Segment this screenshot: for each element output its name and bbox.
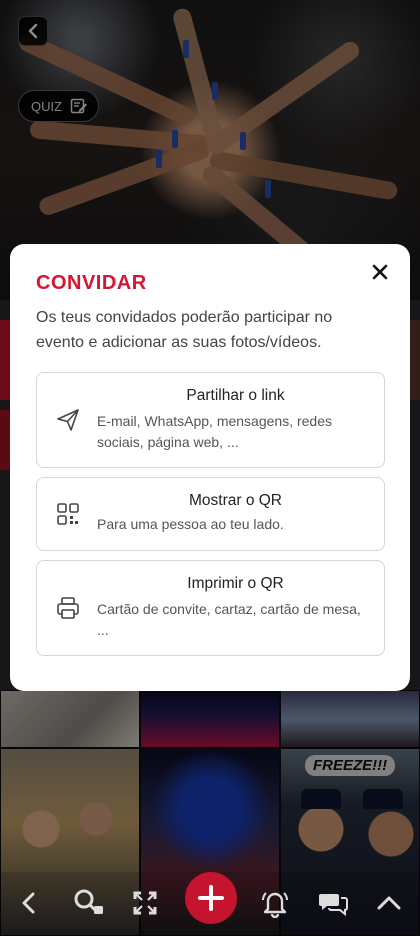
expand-icon: [133, 891, 157, 915]
chevron-up-icon: [377, 896, 401, 910]
qr-code-icon: [57, 503, 79, 525]
option-title: Partilhar o link: [186, 387, 285, 404]
invite-dialog: CONVIDAR Os teus convidados poderão part…: [10, 244, 410, 691]
notifications-button[interactable]: [258, 886, 292, 920]
close-button[interactable]: [368, 260, 392, 284]
printer-icon: [57, 597, 79, 619]
plus-icon: [198, 885, 224, 911]
print-qr-option[interactable]: Imprimir o QR Cartão de convite, cartaz,…: [36, 560, 385, 656]
previous-button[interactable]: [12, 886, 46, 920]
search-media-button[interactable]: [72, 886, 106, 920]
dialog-description: Os teus convidados poderão participar no…: [36, 309, 333, 351]
chevron-left-icon: [22, 892, 35, 914]
option-title: Mostrar o QR: [188, 492, 282, 509]
fullscreen-button[interactable]: [128, 886, 162, 920]
option-description: E-mail, WhatsApp, mensagens, redes socia…: [97, 413, 332, 450]
dialog-title: CONVIDAR: [36, 272, 147, 294]
chat-bubble-icon: [319, 894, 348, 917]
option-description: Cartão de convite, cartaz, cartão de mes…: [97, 601, 361, 638]
bottom-toolbar: [0, 872, 420, 936]
scroll-up-button[interactable]: [372, 886, 406, 920]
option-description: Para uma pessoa ao teu lado.: [97, 516, 284, 532]
send-icon: [57, 409, 79, 431]
add-button[interactable]: [185, 872, 237, 924]
share-link-option[interactable]: Partilhar o link E-mail, WhatsApp, mensa…: [36, 372, 385, 468]
option-title: Imprimir o QR: [187, 575, 284, 592]
chat-button[interactable]: [316, 886, 350, 920]
show-qr-option[interactable]: Mostrar o QR Para uma pessoa ao teu lado…: [36, 477, 385, 551]
bell-icon: [262, 892, 288, 918]
close-icon: [372, 264, 388, 280]
search-camera-icon: [74, 889, 103, 914]
